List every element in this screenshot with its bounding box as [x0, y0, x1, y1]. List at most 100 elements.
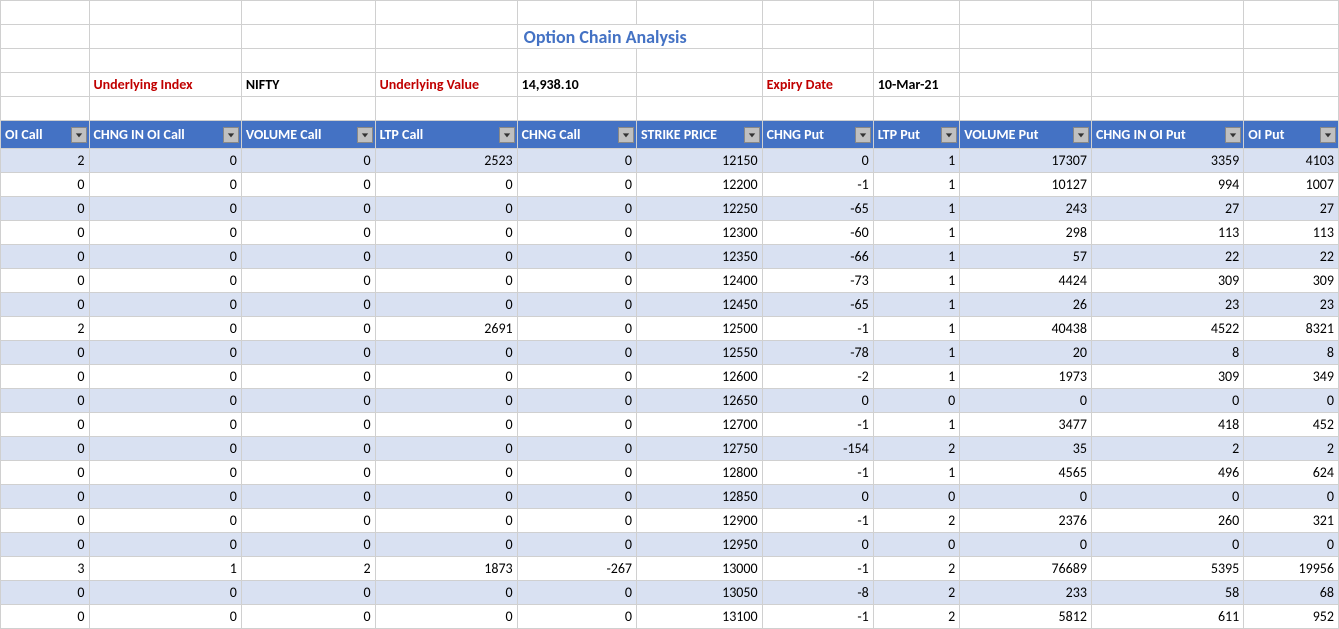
cell-chng_oi_call[interactable]: 0: [89, 389, 241, 413]
cell-chng_oi_call[interactable]: 0: [89, 245, 241, 269]
cell-chng_oi_put[interactable]: 309: [1091, 269, 1243, 293]
col-header-chng-oi-call[interactable]: CHNG IN OI Call: [89, 121, 241, 149]
cell-chng_oi_call[interactable]: 0: [89, 413, 241, 437]
cell-chng_oi_put[interactable]: 58: [1091, 581, 1243, 605]
cell-oi_put[interactable]: 952: [1244, 605, 1339, 629]
cell-chng_call[interactable]: 0: [517, 509, 636, 533]
cell-chng_call[interactable]: 0: [517, 485, 636, 509]
cell-ltp_put[interactable]: 0: [873, 485, 959, 509]
cell-chng_call[interactable]: 0: [517, 317, 636, 341]
cell-chng_oi_call[interactable]: 0: [89, 221, 241, 245]
cell-oi_put[interactable]: 349: [1244, 365, 1339, 389]
cell-oi_put[interactable]: 27: [1244, 197, 1339, 221]
cell-chng_oi_put[interactable]: 4522: [1091, 317, 1243, 341]
cell-vol_put[interactable]: 57: [960, 245, 1092, 269]
cell-vol_put[interactable]: 243: [960, 197, 1092, 221]
cell-strike[interactable]: 12200: [637, 173, 763, 197]
cell-chng_call[interactable]: 0: [517, 173, 636, 197]
cell-ltp_put[interactable]: 1: [873, 173, 959, 197]
cell-oi_put[interactable]: 113: [1244, 221, 1339, 245]
cell-vol_call[interactable]: 0: [241, 149, 375, 173]
cell-oi_put[interactable]: 2: [1244, 437, 1339, 461]
cell-chng_put[interactable]: -1: [762, 173, 873, 197]
cell-strike[interactable]: 12900: [637, 509, 763, 533]
cell-ltp_put[interactable]: 2: [873, 557, 959, 581]
cell-chng_put[interactable]: -1: [762, 557, 873, 581]
cell-chng_oi_call[interactable]: 0: [89, 509, 241, 533]
cell-chng_put[interactable]: -2: [762, 365, 873, 389]
cell-vol_call[interactable]: 2: [241, 557, 375, 581]
cell-chng_oi_put[interactable]: 418: [1091, 413, 1243, 437]
cell-oi_put[interactable]: 309: [1244, 269, 1339, 293]
cell-vol_put[interactable]: 17307: [960, 149, 1092, 173]
cell-chng_oi_call[interactable]: 1: [89, 557, 241, 581]
col-header-oi-put[interactable]: OI Put: [1244, 121, 1339, 149]
cell-vol_call[interactable]: 0: [241, 413, 375, 437]
cell-vol_call[interactable]: 0: [241, 509, 375, 533]
cell-chng_oi_put[interactable]: 2: [1091, 437, 1243, 461]
cell-chng_oi_call[interactable]: 0: [89, 317, 241, 341]
cell-strike[interactable]: 12300: [637, 221, 763, 245]
cell-vol_call[interactable]: 0: [241, 245, 375, 269]
cell-oi_call[interactable]: 0: [1, 173, 90, 197]
col-header-ltp-call[interactable]: LTP Call: [375, 121, 517, 149]
cell-chng_call[interactable]: 0: [517, 221, 636, 245]
cell-ltp_call[interactable]: 0: [375, 293, 517, 317]
cell-chng_oi_call[interactable]: 0: [89, 341, 241, 365]
cell-chng_put[interactable]: -60: [762, 221, 873, 245]
cell-ltp_put[interactable]: 1: [873, 197, 959, 221]
filter-dropdown-icon[interactable]: [1073, 127, 1089, 143]
cell-vol_put[interactable]: 2376: [960, 509, 1092, 533]
cell-vol_put[interactable]: 0: [960, 389, 1092, 413]
cell-oi_call[interactable]: 0: [1, 221, 90, 245]
cell-chng_call[interactable]: 0: [517, 149, 636, 173]
filter-dropdown-icon[interactable]: [357, 127, 373, 143]
cell-ltp_put[interactable]: 2: [873, 437, 959, 461]
cell-vol_put[interactable]: 1973: [960, 365, 1092, 389]
cell-oi_put[interactable]: 8: [1244, 341, 1339, 365]
cell-oi_call[interactable]: 0: [1, 269, 90, 293]
cell-chng_put[interactable]: 0: [762, 485, 873, 509]
cell-strike[interactable]: 12850: [637, 485, 763, 509]
cell-chng_oi_call[interactable]: 0: [89, 269, 241, 293]
cell-vol_call[interactable]: 0: [241, 605, 375, 629]
cell-ltp_call[interactable]: 0: [375, 413, 517, 437]
col-header-strike[interactable]: STRIKE PRICE: [637, 121, 763, 149]
filter-dropdown-icon[interactable]: [855, 127, 871, 143]
col-header-oi-call[interactable]: OI Call: [1, 121, 90, 149]
cell-ltp_call[interactable]: 0: [375, 389, 517, 413]
cell-strike[interactable]: 12600: [637, 365, 763, 389]
cell-chng_put[interactable]: -65: [762, 293, 873, 317]
cell-chng_call[interactable]: 0: [517, 605, 636, 629]
cell-chng_oi_put[interactable]: 23: [1091, 293, 1243, 317]
cell-oi_call[interactable]: 0: [1, 461, 90, 485]
cell-vol_put[interactable]: 4424: [960, 269, 1092, 293]
cell-vol_call[interactable]: 0: [241, 533, 375, 557]
col-header-volume-put[interactable]: VOLUME Put: [960, 121, 1092, 149]
cell-chng_call[interactable]: 0: [517, 293, 636, 317]
col-header-chng-oi-put[interactable]: CHNG IN OI Put: [1091, 121, 1243, 149]
filter-dropdown-icon[interactable]: [1225, 127, 1241, 143]
cell-oi_call[interactable]: 0: [1, 437, 90, 461]
cell-ltp_call[interactable]: 0: [375, 485, 517, 509]
cell-ltp_call[interactable]: 0: [375, 605, 517, 629]
cell-strike[interactable]: 13100: [637, 605, 763, 629]
cell-strike[interactable]: 12350: [637, 245, 763, 269]
cell-ltp_call[interactable]: 1873: [375, 557, 517, 581]
cell-vol_call[interactable]: 0: [241, 173, 375, 197]
cell-oi_call[interactable]: 0: [1, 293, 90, 317]
cell-ltp_put[interactable]: 1: [873, 293, 959, 317]
cell-oi_call[interactable]: 0: [1, 365, 90, 389]
cell-chng_put[interactable]: -154: [762, 437, 873, 461]
cell-oi_put[interactable]: 19956: [1244, 557, 1339, 581]
cell-vol_put[interactable]: 40438: [960, 317, 1092, 341]
cell-ltp_put[interactable]: 2: [873, 509, 959, 533]
cell-ltp_put[interactable]: 1: [873, 413, 959, 437]
cell-oi_call[interactable]: 0: [1, 581, 90, 605]
cell-strike[interactable]: 12400: [637, 269, 763, 293]
cell-chng_oi_put[interactable]: 496: [1091, 461, 1243, 485]
cell-chng_oi_put[interactable]: 994: [1091, 173, 1243, 197]
cell-strike[interactable]: 12700: [637, 413, 763, 437]
cell-oi_put[interactable]: 0: [1244, 389, 1339, 413]
cell-chng_oi_put[interactable]: 8: [1091, 341, 1243, 365]
